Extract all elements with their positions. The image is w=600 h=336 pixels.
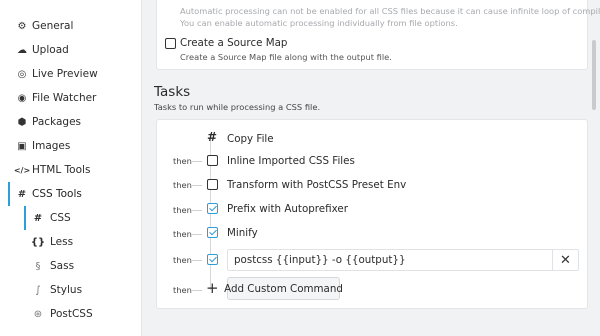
sidebar-item-label: HTML Tools — [32, 164, 91, 176]
close-icon[interactable]: ✕ — [553, 249, 579, 271]
custom-command-input[interactable]: postcss {{input}} -o {{output}} — [227, 249, 553, 271]
task-checkbox[interactable] — [207, 155, 218, 166]
sidebar-subitem-stylus[interactable]: ∫ Stylus — [24, 278, 142, 302]
sidebar-subitem-less[interactable]: {} Less — [24, 230, 142, 254]
sidebar-item-label: Images — [32, 140, 71, 152]
source-map-description: Create a Source Map file along with the … — [180, 52, 392, 62]
add-custom-command-button[interactable]: Add Custom Command — [224, 277, 343, 300]
sidebar-item-label: CSS Tools — [32, 188, 82, 200]
connector — [192, 185, 202, 186]
sidebar-item-label: Stylus — [50, 284, 83, 296]
task-label: Prefix with Autoprefixer — [227, 203, 348, 215]
connector — [192, 161, 202, 162]
connector — [192, 234, 202, 235]
sidebar-subitem-postcss[interactable]: ⊛ PostCSS — [24, 302, 142, 326]
task-label: Transform with PostCSS Preset Env — [227, 179, 407, 191]
task-checkbox[interactable] — [207, 227, 218, 238]
sidebar-item-label: Upload — [32, 44, 69, 56]
then-label: then — [173, 285, 192, 295]
tasks-description: Tasks to run while processing a CSS file… — [154, 102, 321, 112]
sidebar-subitem-sass[interactable]: § Sass — [24, 254, 142, 278]
sidebar-item-label: Sass — [50, 260, 75, 272]
stylus-icon: ∫ — [35, 284, 41, 296]
sidebar-item-label: Live Preview — [32, 68, 98, 80]
task-copy-file: Copy File — [227, 133, 274, 145]
task-label: Inline Imported CSS Files — [227, 155, 355, 167]
sidebar-item-html-tools[interactable]: </> HTML Tools — [0, 158, 142, 182]
braces-icon: {} — [30, 236, 46, 248]
sidebar-subitem-css[interactable]: # CSS — [24, 206, 142, 230]
connector — [192, 210, 202, 211]
disabled-note-hint: You can enable automatic processing indi… — [180, 18, 458, 28]
then-label: then — [173, 156, 192, 166]
sidebar-item-label: File Watcher — [32, 92, 97, 104]
tasks-card — [156, 119, 588, 309]
image-icon: ▣ — [17, 140, 27, 152]
sidebar-item-file-watcher[interactable]: ◉ File Watcher — [0, 86, 142, 110]
then-label: then — [173, 205, 192, 215]
command-checkbox[interactable] — [207, 254, 218, 265]
sass-icon: § — [35, 260, 41, 272]
code-icon: </> — [13, 165, 31, 175]
sidebar-item-upload[interactable]: ☁ Upload — [0, 38, 142, 62]
hash-icon: # — [17, 188, 27, 200]
source-map-checkbox[interactable] — [165, 38, 176, 49]
hash-icon: # — [207, 130, 218, 144]
sidebar-item-general[interactable]: ⚙ General — [0, 14, 142, 38]
sidebar-item-label: General — [32, 20, 74, 32]
plus-icon: + — [206, 279, 219, 297]
hash-icon: # — [33, 212, 43, 224]
task-label: Minify — [227, 227, 258, 239]
then-label: then — [173, 255, 192, 265]
then-label: then — [173, 229, 192, 239]
sidebar-item-css-tools[interactable]: # CSS Tools — [0, 182, 142, 206]
sidebar-item-label: Packages — [32, 116, 81, 128]
gear-icon: ⚙ — [17, 20, 27, 32]
live-preview-icon: ◎ — [17, 68, 27, 80]
task-checkbox[interactable] — [207, 203, 218, 214]
disabled-note: Automatic processing can not be enabled … — [180, 6, 600, 16]
sidebar-item-label: CSS — [50, 212, 71, 224]
connector — [192, 260, 202, 261]
sidebar-item-packages[interactable]: ⬢ Packages — [0, 110, 142, 134]
source-map-label: Create a Source Map — [180, 37, 288, 49]
tasks-title: Tasks — [154, 84, 191, 100]
then-label: then — [173, 180, 192, 190]
sidebar-item-label: PostCSS — [50, 308, 93, 320]
sidebar-item-live-preview[interactable]: ◎ Live Preview — [0, 62, 142, 86]
connector — [192, 290, 202, 291]
postcss-icon: ⊛ — [33, 308, 43, 320]
sidebar: ⚙ General ☁ Upload ◎ Live Preview ◉ File… — [0, 0, 142, 336]
scrollbar[interactable] — [592, 40, 596, 110]
sidebar-item-label: Less — [50, 236, 74, 248]
sidebar-item-images[interactable]: ▣ Images — [0, 134, 142, 158]
eye-icon: ◉ — [17, 92, 27, 104]
cloud-icon: ☁ — [17, 44, 27, 56]
task-checkbox[interactable] — [207, 179, 218, 190]
package-icon: ⬢ — [17, 116, 27, 128]
